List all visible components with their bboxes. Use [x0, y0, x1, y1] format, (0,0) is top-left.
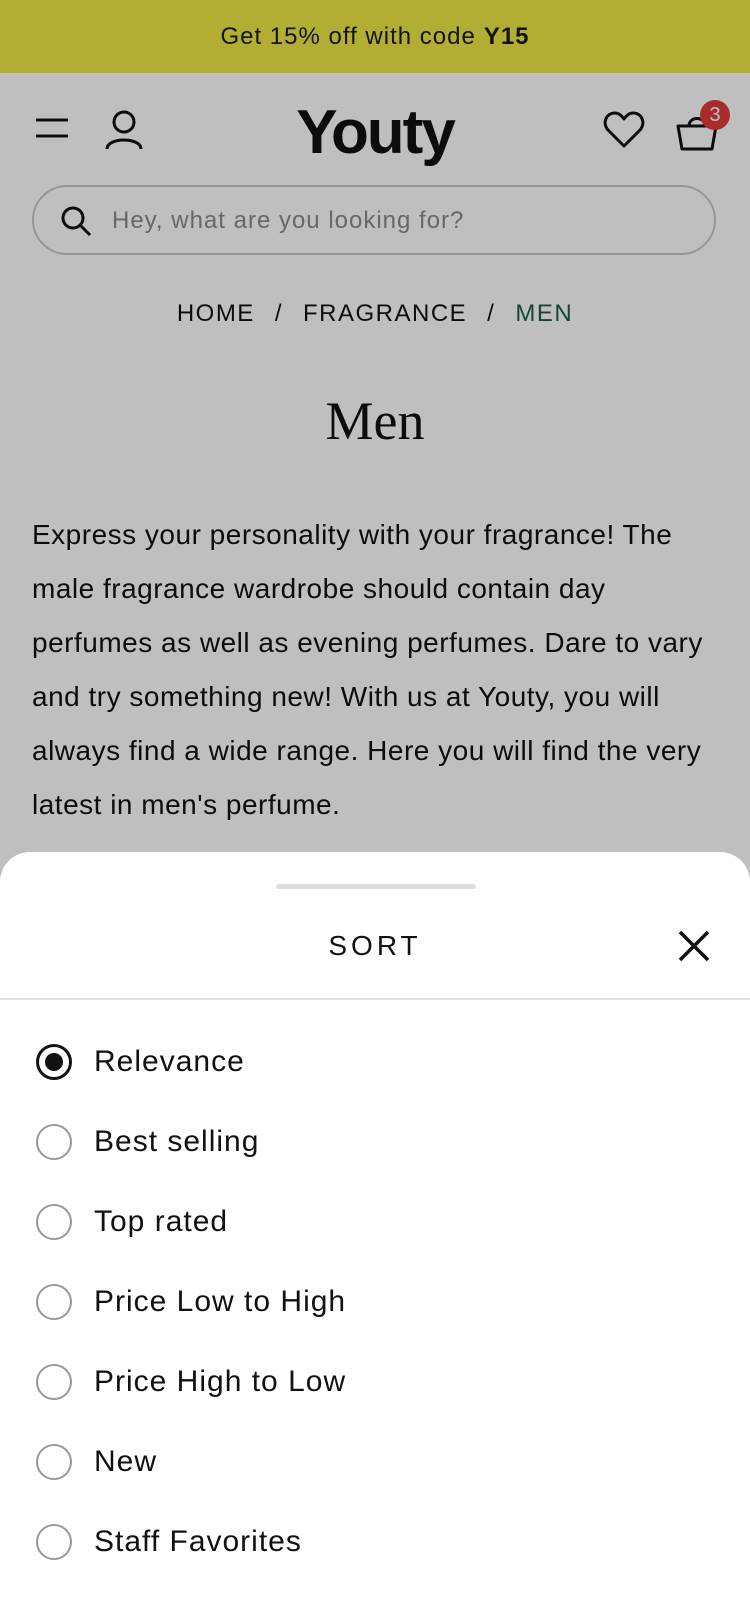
sort-option-top-rated[interactable]: Top rated: [36, 1192, 716, 1252]
radio-button-checked[interactable]: [36, 1044, 72, 1080]
sort-option-label: New: [94, 1445, 158, 1478]
sort-option-best-selling[interactable]: Best selling: [36, 1112, 716, 1172]
sort-sheet: SORT Relevance Best selling Top rated Pr…: [0, 852, 750, 1624]
sort-option-label: Relevance: [94, 1045, 245, 1078]
sort-option-label: Best selling: [94, 1125, 260, 1158]
sort-sheet-title: SORT: [328, 930, 422, 961]
sort-option-label: Price High to Low: [94, 1365, 347, 1398]
sort-option-price-low-high[interactable]: Price Low to High: [36, 1272, 716, 1332]
sort-option-label: Staff Favorites: [94, 1525, 302, 1558]
radio-button[interactable]: [36, 1444, 72, 1480]
radio-button[interactable]: [36, 1204, 72, 1240]
sheet-divider: [0, 998, 750, 1000]
close-icon[interactable]: [676, 928, 712, 964]
sort-option-new[interactable]: New: [36, 1432, 716, 1492]
sort-option-price-high-low[interactable]: Price High to Low: [36, 1352, 716, 1412]
radio-button[interactable]: [36, 1284, 72, 1320]
sheet-drag-handle[interactable]: [276, 884, 476, 889]
sort-option-staff-favorites[interactable]: Staff Favorites: [36, 1512, 716, 1572]
sort-option-label: Price Low to High: [94, 1285, 347, 1318]
sort-option-label: Top rated: [94, 1205, 229, 1238]
radio-button[interactable]: [36, 1124, 72, 1160]
radio-button[interactable]: [36, 1524, 72, 1560]
radio-button[interactable]: [36, 1364, 72, 1400]
sort-option-relevance[interactable]: Relevance: [36, 1032, 716, 1092]
